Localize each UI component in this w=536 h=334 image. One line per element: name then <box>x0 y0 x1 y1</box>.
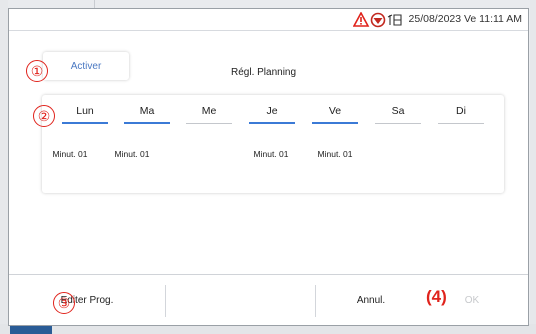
hour-count-icon[interactable] <box>387 14 402 26</box>
callout-1: ① <box>26 60 48 82</box>
callout-3: ③ <box>53 292 75 314</box>
maintenance-valve-icon[interactable] <box>370 12 386 28</box>
status-bar: 25/08/2023 Ve 11:11 AM <box>9 9 528 31</box>
left-bezel <box>0 0 8 334</box>
timer-label-lun: Minut. 01 <box>52 149 88 159</box>
day-tab-ma[interactable]: Ma <box>124 105 170 124</box>
cancel-button[interactable]: Annul. <box>315 275 427 326</box>
day-tab-ve[interactable]: Ve <box>312 105 358 124</box>
warning-triangle-icon[interactable] <box>353 12 370 27</box>
page-title: Régl. Planning <box>231 67 297 78</box>
status-icons <box>353 12 402 28</box>
day-tab-je[interactable]: Je <box>249 105 295 124</box>
action-divider <box>165 285 166 317</box>
hmi-screen: 25/08/2023 Ve 11:11 AM Activer Régl. Pla… <box>8 8 529 326</box>
day-tab-sa[interactable]: Sa <box>375 105 421 124</box>
activate-button[interactable]: Activer <box>43 52 129 80</box>
timer-label-ma: Minut. 01 <box>114 149 150 159</box>
day-tab-lun[interactable]: Lun <box>62 105 108 124</box>
day-tab-di[interactable]: Di <box>438 105 484 124</box>
bezel-top <box>0 0 536 8</box>
day-tab-me[interactable]: Me <box>186 105 232 124</box>
right-bezel <box>530 0 536 334</box>
edit-program-button[interactable]: Editer Prog. <box>9 275 165 326</box>
callout-2: ② <box>33 105 55 127</box>
status-datetime: 25/08/2023 Ve 11:11 AM <box>408 13 522 25</box>
action-bar: Editer Prog. Annul. OK <box>9 274 528 326</box>
timer-label-ve: Minut. 01 <box>317 149 353 159</box>
callout-4: (4) <box>426 287 447 306</box>
timer-label-je: Minut. 01 <box>253 149 289 159</box>
bezel-divider <box>94 0 95 8</box>
